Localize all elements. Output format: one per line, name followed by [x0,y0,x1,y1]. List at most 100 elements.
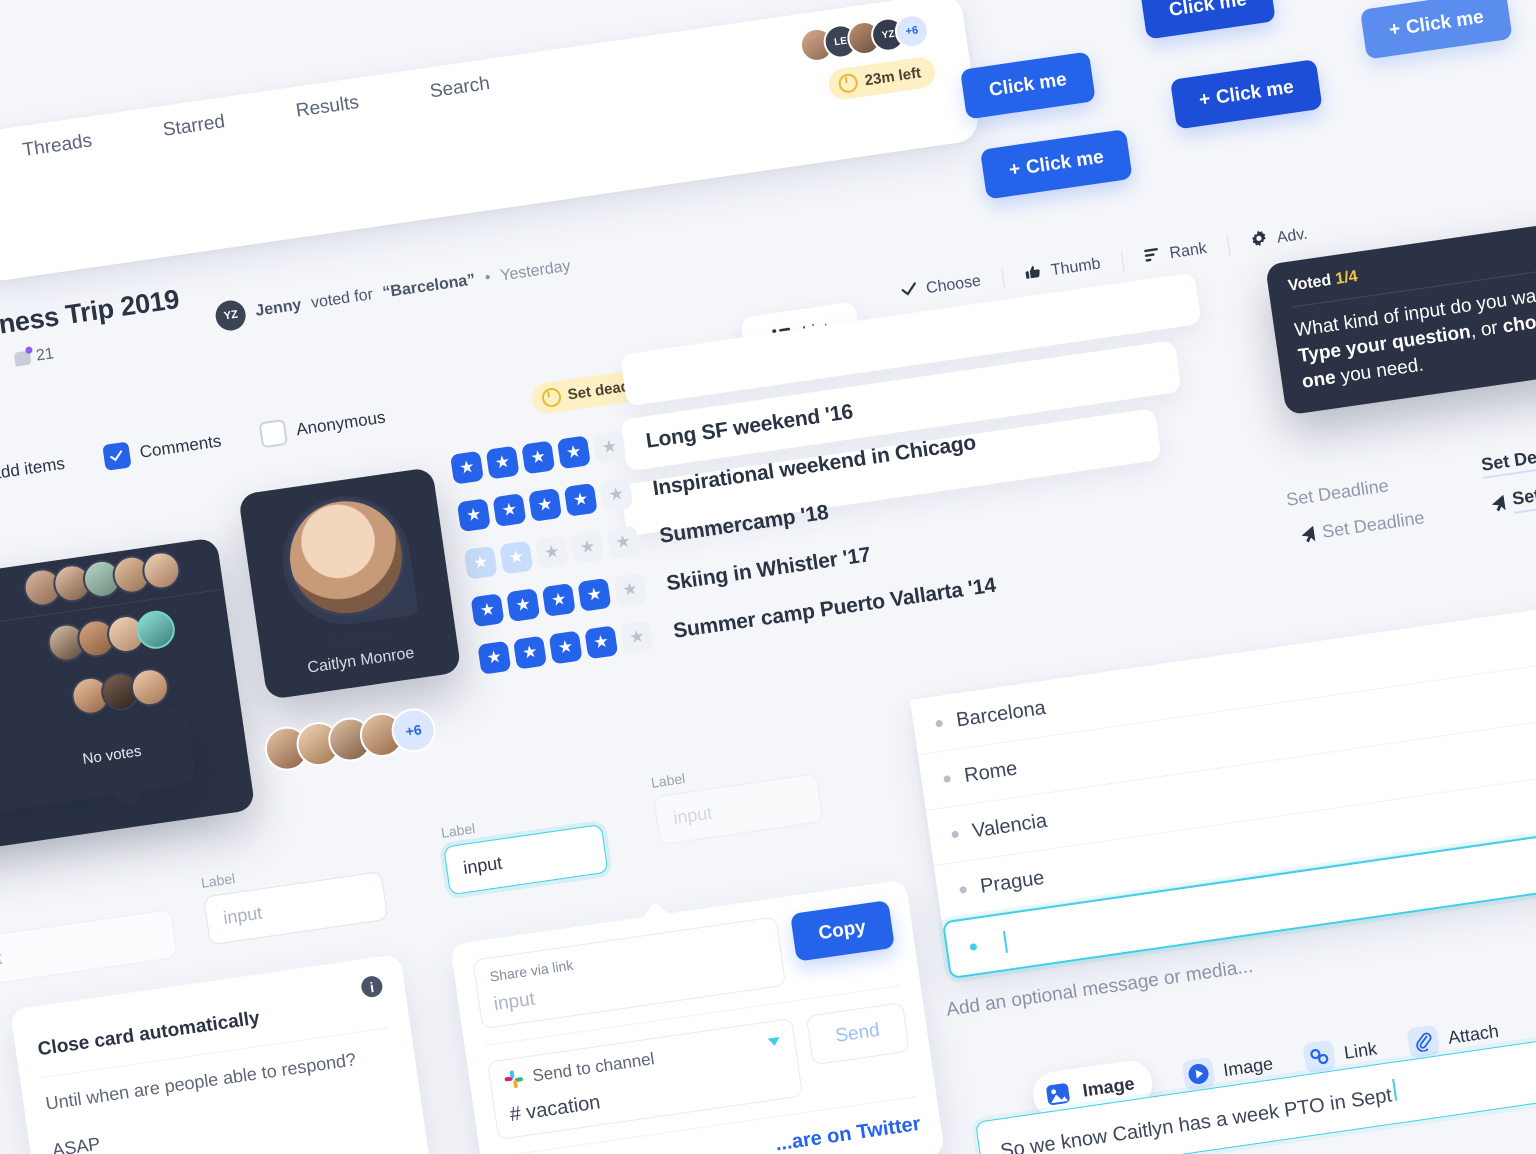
input-sample-2: Label input [200,849,389,946]
button-label: Click me [1024,146,1106,179]
tooltip-tail [642,902,671,931]
choose-option[interactable]: Choose [900,273,982,302]
star-icon[interactable]: ★ [521,440,556,475]
voter-name: Jenny [254,296,303,320]
star-icon[interactable]: ★ [541,582,576,617]
copy-button[interactable]: Copy [789,900,895,962]
participant-avatars[interactable]: LE YZ +6 [797,11,932,65]
star-rating[interactable]: ★ ★ ★ ★ ★ [456,477,634,533]
anonymous-checkbox-row[interactable]: Anonymous [258,405,387,449]
star-rating[interactable]: ★ ★ ★ ★ ★ [477,620,654,675]
button-label: Click me [1214,76,1296,109]
star-icon[interactable]: ★ [592,430,627,465]
time-left-badge: 23m left [826,55,938,102]
share-link-field[interactable]: Share via link input [472,916,786,1030]
send-to-channel-field[interactable]: Send to channel # vacation [487,1018,803,1141]
set-deadline-link-3[interactable]: Set Deadl [1480,443,1536,479]
input-sample-3-focused: Label input [440,802,609,896]
onboarding-tooltip: Voted 1/4 What kind of input do you want… [1265,217,1536,416]
cursor-icon [1300,526,1315,544]
advanced-option[interactable]: Adv. [1250,224,1309,254]
star-icon[interactable]: ★ [599,477,634,512]
bullet-icon [959,885,968,894]
text-cursor [1392,1078,1398,1101]
set-deadline-link-1[interactable]: Set Deadline [1285,475,1390,510]
image-chip-label: Image [1081,1072,1136,1101]
set-deadline-link-2[interactable]: Set Deadline [1300,507,1426,545]
bullet-icon [943,775,952,783]
star-icon[interactable]: ★ [548,630,583,665]
star-icon[interactable]: ★ [463,545,498,580]
set-deadline-link-4[interactable]: Set D [1490,482,1536,516]
button-sample-2-wrap: Click me [1140,0,1276,40]
list-item-label: Prague [978,866,1046,898]
add-click-me-button-2[interactable]: + Click me [1170,58,1323,130]
star-icon[interactable]: ★ [528,487,563,522]
star-icon[interactable]: ★ [556,435,591,470]
tooltip-box: Voted 1/4 What kind of input do you want… [1265,217,1536,416]
share-on-twitter-button[interactable]: ...are on Twitter [774,1113,922,1154]
star-rating[interactable]: ★ ★ ★ ★ ★ [470,572,648,628]
star-icon[interactable]: ★ [450,450,484,485]
check-icon [900,282,918,302]
voter-avatar-row-2 [45,608,178,665]
star-icon[interactable]: ★ [577,577,612,612]
rating-list: ★ ★ ★ ★ ★ Long SF weekend '16 ★ ★ ★ ★ ★ Inspirat… [450,381,998,675]
checkbox-icon[interactable] [258,418,289,449]
time-left-label: 23m left [863,64,923,90]
nav-right-cluster: LE YZ +6 23m left [797,11,938,105]
button-sample-5-wrap: + Click me [1170,58,1323,130]
bullet-icon [951,830,960,839]
play-icon [1181,1056,1216,1091]
comments-label: Comments [138,431,223,462]
star-icon[interactable]: ★ [584,625,619,660]
anonymous-label: Anonymous [295,407,387,440]
star-icon[interactable]: ★ [470,593,505,628]
tab-threads[interactable]: Threads [21,130,93,162]
dot-separator: • [483,269,492,287]
star-icon[interactable]: ★ [506,588,541,623]
star-icon[interactable]: ★ [492,493,527,528]
attach-chip-label: Attach [1446,1020,1500,1048]
voted-choice: “Barcelona” [381,271,477,302]
voter-avatar-stack[interactable]: +6 [262,705,439,774]
add-click-me-button-1[interactable]: + Click me [980,128,1133,200]
star-icon[interactable]: ★ [619,620,654,655]
text-cursor [1002,930,1009,953]
star-icon[interactable]: ★ [485,445,520,480]
star-icon[interactable]: ★ [570,530,605,565]
star-icon[interactable]: ★ [513,635,547,670]
star-icon[interactable]: ★ [534,535,569,570]
star-icon[interactable]: ★ [499,540,534,575]
tab-search[interactable]: Search [429,73,492,103]
checkbox-checked-icon[interactable] [102,441,132,471]
click-me-button-1[interactable]: Click me [960,51,1096,120]
star-icon[interactable]: ★ [606,525,641,560]
person-hover-card: Caitlyn Caitlyn Monroe [238,467,462,700]
slack-icon [504,1069,524,1089]
thumb-option[interactable]: Thumb [1024,254,1102,286]
star-icon[interactable]: ★ [456,498,491,533]
star-icon[interactable]: ★ [563,482,598,517]
thumbs-up-icon [1024,262,1044,285]
gear-icon [1250,229,1270,253]
tab-results[interactable]: Results [295,92,361,123]
add-click-me-button-3[interactable]: + Click me [1360,0,1513,60]
button-sample-1-wrap: Click me [960,51,1096,120]
choose-label: Choose [925,272,983,298]
star-rating[interactable]: ★ ★ ★ ★ ★ [450,430,627,485]
send-button[interactable]: Send [805,1002,910,1066]
tab-starred[interactable]: Starred [162,111,227,142]
click-me-button-2[interactable]: Click me [1140,0,1276,40]
image-icon [1041,1077,1075,1111]
chevron-down-icon[interactable] [767,1036,781,1047]
star-icon[interactable]: ★ [613,572,648,607]
rank-option[interactable]: Rank [1143,240,1208,268]
clock-icon [837,72,860,95]
voted-timestamp: Yesterday [499,257,572,285]
bullet-icon [935,719,944,728]
voted-label: Voted [1287,271,1333,295]
star-rating[interactable]: ★ ★ ★ ★ ★ [463,525,641,580]
comments-checkbox-row[interactable]: Comments [102,428,223,471]
star-icon[interactable]: ★ [477,640,512,675]
